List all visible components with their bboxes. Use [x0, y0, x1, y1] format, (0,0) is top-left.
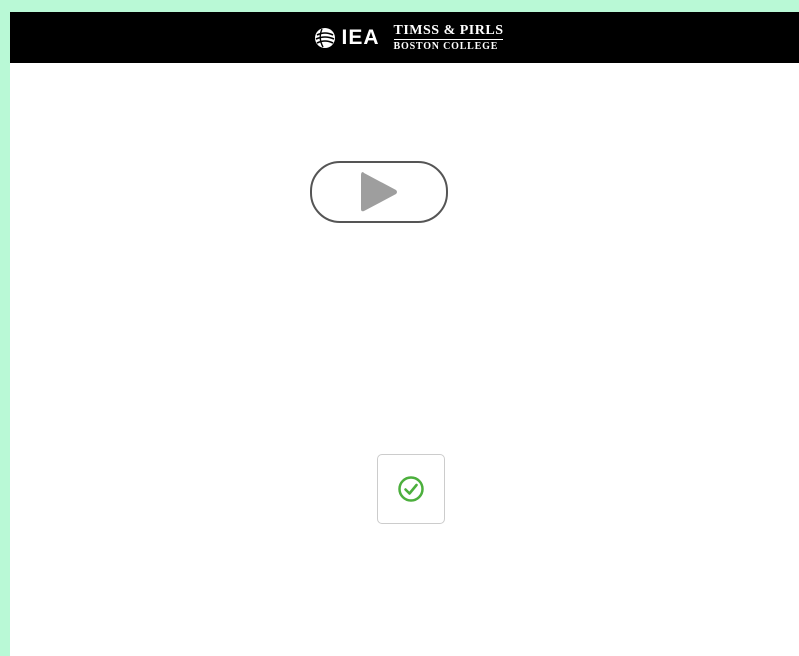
logo-iea-text: IEA	[341, 26, 380, 49]
logo-timss-pirls: TIMSS & PIRLS BOSTON COLLEGE	[393, 22, 504, 52]
confirm-button[interactable]	[377, 454, 445, 524]
brand-logo: IEA TIMSS & PIRLS BOSTON COLLEGE	[314, 22, 504, 52]
play-icon	[361, 172, 397, 212]
play-button[interactable]	[310, 161, 448, 223]
logo-line-2: BOSTON COLLEGE	[393, 40, 499, 52]
logo-line-1: TIMSS & PIRLS	[393, 22, 504, 40]
header-bar: IEA TIMSS & PIRLS BOSTON COLLEGE	[10, 12, 799, 63]
check-circle-icon	[398, 476, 424, 502]
globe-icon	[314, 27, 335, 48]
task-frame: IEA TIMSS & PIRLS BOSTON COLLEGE	[10, 12, 799, 656]
